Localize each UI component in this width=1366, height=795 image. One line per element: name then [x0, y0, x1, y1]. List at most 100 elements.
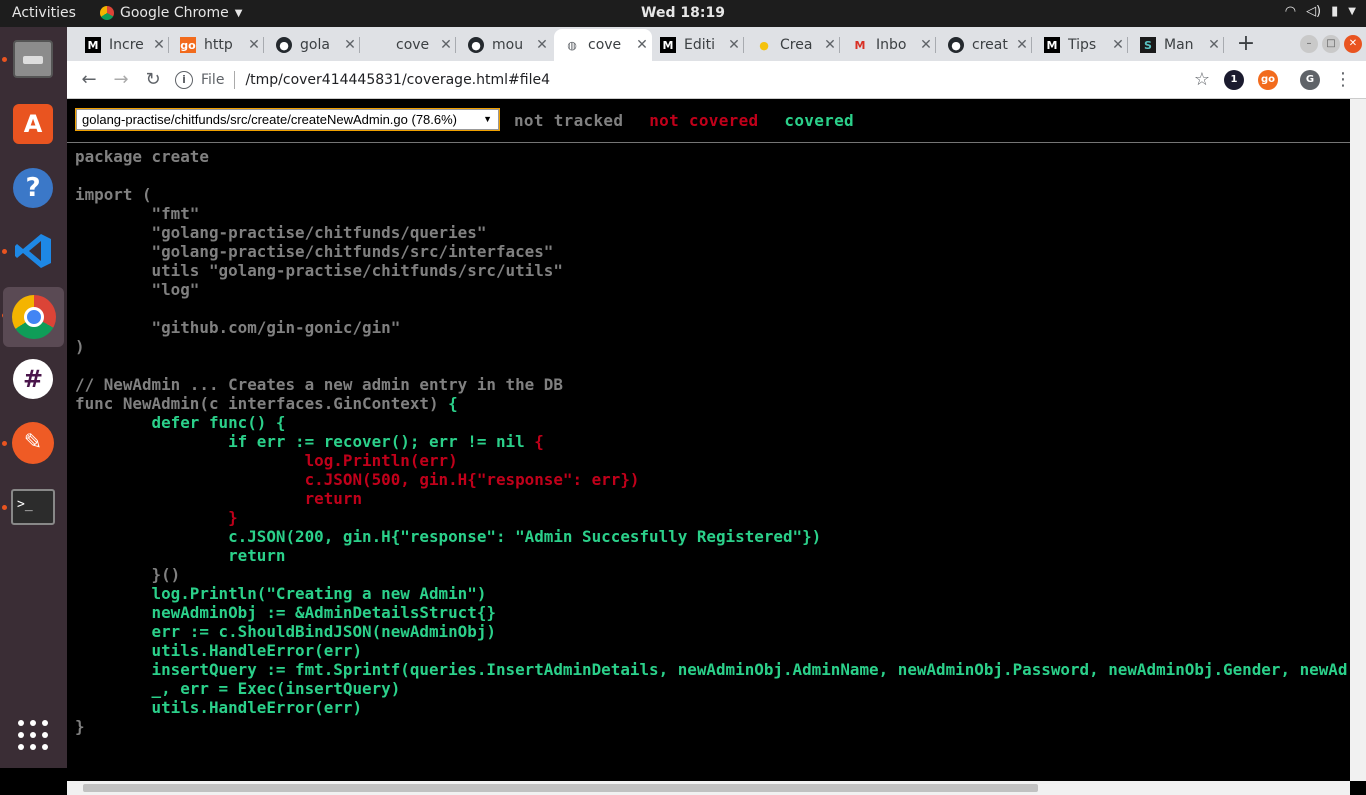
- code-line: import (: [75, 185, 152, 204]
- code-segment: }: [75, 508, 238, 527]
- scrollbar-thumb[interactable]: [83, 784, 1038, 792]
- running-indicator: [2, 249, 7, 254]
- code-line: log.Println("Creating a new Admin"): [75, 584, 487, 603]
- tab-title: gola: [300, 37, 330, 53]
- tab-2[interactable]: ● gola ✕: [266, 29, 360, 61]
- files-icon[interactable]: [9, 35, 57, 83]
- favicon-icon: ●: [276, 37, 292, 53]
- chevron-down-icon: ▼: [1348, 6, 1356, 17]
- close-tab-icon[interactable]: ✕: [340, 37, 360, 53]
- favicon-icon: S: [1140, 37, 1156, 53]
- favicon-icon: ◍: [567, 38, 577, 52]
- maximize-button[interactable]: □: [1322, 35, 1340, 53]
- menu-icon[interactable]: ⋮: [1334, 70, 1352, 90]
- address-bar[interactable]: i File /tmp/cover414445831/coverage.html…: [175, 66, 1205, 94]
- close-tab-icon[interactable]: ✕: [436, 37, 456, 53]
- reload-button[interactable]: ↻: [139, 67, 167, 93]
- code-line: "log": [75, 280, 200, 299]
- coverage-topbar: golang-practise/chitfunds/src/create/cre…: [67, 99, 1350, 143]
- close-window-button[interactable]: ✕: [1344, 35, 1362, 53]
- slack-icon[interactable]: #: [9, 355, 57, 403]
- tab-8[interactable]: M Inbo ✕: [842, 29, 936, 61]
- terminal-icon[interactable]: >_: [9, 483, 57, 531]
- tab-separator: [263, 37, 264, 53]
- tab-3[interactable]: cove ✕: [362, 29, 456, 61]
- new-tab-button[interactable]: +: [1232, 31, 1260, 59]
- favicon-icon: M: [85, 37, 101, 53]
- tab-5[interactable]: ◍ cove ✕: [554, 29, 652, 61]
- close-tab-icon[interactable]: ✕: [149, 37, 169, 53]
- minimize-button[interactable]: –: [1300, 35, 1318, 53]
- favicon-icon: ●: [759, 38, 769, 52]
- running-indicator: [2, 505, 7, 510]
- back-button[interactable]: ←: [75, 67, 103, 93]
- star-icon[interactable]: ☆: [1194, 70, 1210, 90]
- code-segment: // NewAdmin ... Creates a new admin entr…: [75, 375, 563, 394]
- code-line: package create: [75, 147, 209, 166]
- close-tab-icon[interactable]: ✕: [244, 37, 264, 53]
- code-line: ): [75, 337, 85, 356]
- profile-avatar[interactable]: G: [1300, 70, 1320, 90]
- tab-separator: [1223, 37, 1224, 53]
- code-segment: ): [75, 337, 85, 356]
- vscode-icon[interactable]: [9, 227, 57, 275]
- tab-11[interactable]: S Man ✕: [1130, 29, 1224, 61]
- tab-1[interactable]: go http ✕: [170, 29, 264, 61]
- file-select[interactable]: golang-practise/chitfunds/src/create/cre…: [75, 108, 500, 131]
- legend-not-covered: not covered: [649, 111, 759, 130]
- chevron-down-icon: ▼: [483, 114, 492, 124]
- forward-button[interactable]: →: [107, 67, 135, 93]
- chrome-icon[interactable]: [3, 287, 64, 347]
- close-tab-icon[interactable]: ✕: [724, 37, 744, 53]
- close-tab-icon[interactable]: ✕: [916, 37, 936, 53]
- close-tab-icon[interactable]: ✕: [1012, 37, 1032, 53]
- close-tab-icon[interactable]: ✕: [1204, 37, 1224, 53]
- running-indicator: [2, 57, 7, 62]
- tab-4[interactable]: ● mou ✕: [458, 29, 552, 61]
- tab-separator: [1031, 37, 1032, 53]
- tab-strip: M Incre ✕ go http ✕ ● gola ✕ cove ✕ ● mou ✕ ◍ cove ✕ M Edi…: [67, 27, 1366, 61]
- info-icon[interactable]: i: [175, 71, 193, 89]
- tab-0[interactable]: M Incre ✕: [75, 29, 169, 61]
- tab-7[interactable]: ● Crea ✕: [746, 29, 840, 61]
- url-text[interactable]: /tmp/cover414445831/coverage.html#file4: [245, 72, 550, 88]
- code-segment: {: [448, 394, 458, 413]
- code-segment: utils.HandleError(err): [75, 698, 363, 717]
- system-tray[interactable]: ◠ ◁) ▮ ▼: [1285, 4, 1356, 19]
- tab-10[interactable]: M Tips ✕: [1034, 29, 1128, 61]
- code-line: "golang-practise/chitfunds/src/interface…: [75, 242, 554, 261]
- close-tab-icon[interactable]: ✕: [820, 37, 840, 53]
- tab-separator: [743, 37, 744, 53]
- clock[interactable]: Wed 18:19: [0, 5, 1366, 21]
- close-tab-icon[interactable]: ✕: [1108, 37, 1128, 53]
- software-center-icon[interactable]: A: [9, 100, 57, 148]
- favicon-icon: ●: [468, 37, 484, 53]
- code-segment: log.Println(err): [75, 451, 458, 470]
- extension-1-icon[interactable]: 1: [1224, 70, 1244, 90]
- show-apps-icon[interactable]: [9, 711, 57, 759]
- code-line: insertQuery := fmt.Sprintf(queries.Inser…: [75, 660, 1348, 679]
- tab-9[interactable]: ● creat ✕: [938, 29, 1032, 61]
- close-tab-icon[interactable]: ✕: [632, 37, 652, 53]
- code-line: defer func() {: [75, 413, 286, 432]
- code-segment: func NewAdmin(c interfaces.GinContext): [75, 394, 449, 413]
- help-icon[interactable]: ?: [9, 164, 57, 212]
- vertical-scrollbar[interactable]: [1350, 99, 1366, 781]
- top-bar: Activities Google Chrome ▼ Wed 18:19 ◠ ◁…: [0, 0, 1366, 27]
- code-line: _, err = Exec(insertQuery): [75, 679, 401, 698]
- close-tab-icon[interactable]: ✕: [532, 37, 552, 53]
- tab-separator: [935, 37, 936, 53]
- code-line: c.JSON(200, gin.H{"response": "Admin Suc…: [75, 527, 821, 546]
- tab-title: mou: [492, 37, 524, 53]
- dock: A ? # ✎ >_: [0, 27, 67, 768]
- code-segment: c.JSON(500, gin.H{"response": err}): [75, 470, 640, 489]
- postman-icon[interactable]: ✎: [9, 419, 57, 467]
- code-line: "github.com/gin-gonic/gin": [75, 318, 401, 337]
- code-segment: }(): [75, 565, 181, 584]
- horizontal-scrollbar[interactable]: [67, 781, 1350, 795]
- tab-6[interactable]: M Editi ✕: [650, 29, 744, 61]
- favicon-icon: M: [1044, 37, 1060, 53]
- extension-go-icon[interactable]: go: [1258, 70, 1278, 90]
- code-line: return: [75, 489, 362, 508]
- tab-title: http: [204, 37, 233, 53]
